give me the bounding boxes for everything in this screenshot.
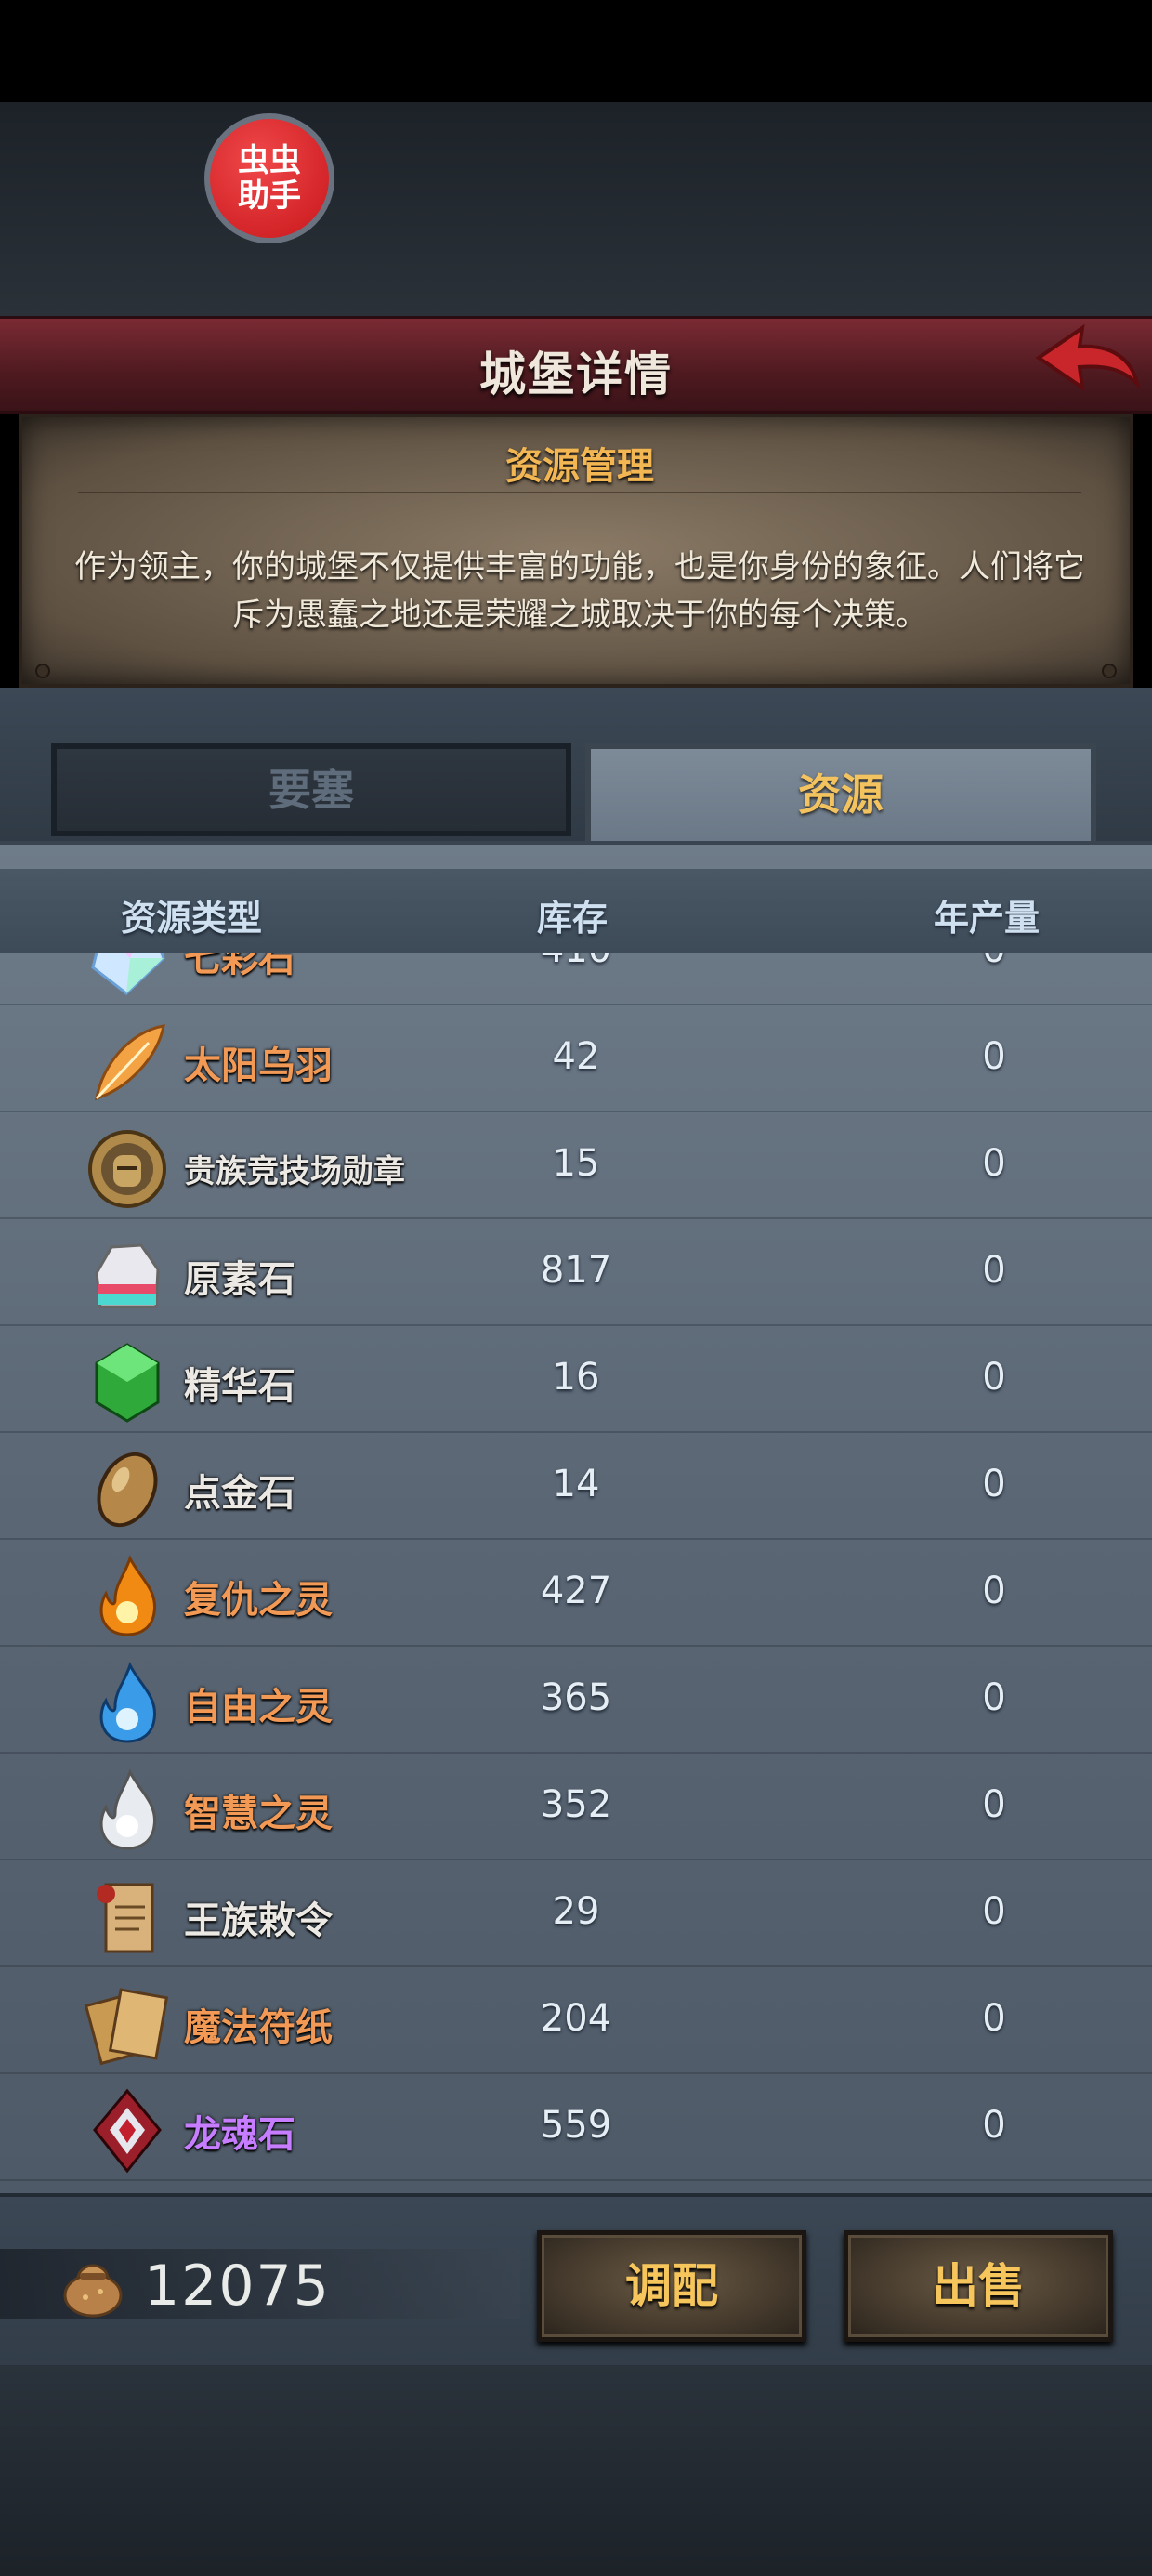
- resource-row[interactable]: 智慧之灵 352 0: [0, 1754, 1152, 1860]
- magic-paper-icon: [84, 1988, 169, 2066]
- resource-stock: 410: [483, 953, 669, 971]
- wisdom-spirit-icon: [99, 1768, 156, 1850]
- resource-name: 复仇之灵: [184, 1579, 333, 1622]
- resource-stock: 29: [552, 1890, 600, 1933]
- resource-name: 自由之灵: [184, 1686, 333, 1728]
- resource-row[interactable]: 七彩石 410 0: [0, 953, 1152, 1005]
- gold-bag-icon: [63, 2264, 123, 2318]
- resource-annual-yield: 0: [982, 1783, 1006, 1826]
- back-arrow-icon[interactable]: [1031, 321, 1143, 404]
- resource-row[interactable]: 太阳乌羽 42 0: [0, 1005, 1152, 1112]
- tab-fortress[interactable]: 要塞: [51, 743, 571, 836]
- resource-stock: 15: [552, 1142, 600, 1185]
- resource-annual-yield: 0: [982, 2104, 1006, 2147]
- gold-stone-icon: [97, 1452, 158, 1528]
- resource-row[interactable]: 贵族竞技场勋章 15 0: [0, 1112, 1152, 1219]
- header-resource-type: 资源类型: [121, 898, 263, 939]
- title-bar: 城堡详情: [0, 316, 1152, 414]
- resource-annual-yield: 0: [982, 1570, 1006, 1612]
- resource-stock: 16: [552, 1356, 600, 1399]
- info-parchment: 资源管理 作为领主，你的城堡不仅提供丰富的功能，也是你身份的象征。人们将它斥为愚…: [19, 414, 1133, 688]
- page-title: 城堡详情: [479, 348, 673, 401]
- resource-stock: 817: [540, 1249, 612, 1292]
- allocate-button[interactable]: 调配: [537, 2230, 806, 2342]
- freedom-spirit-icon: [99, 1662, 156, 1743]
- resource-annual-yield: 0: [982, 1676, 1006, 1719]
- resource-row[interactable]: 王族敕令 29 0: [0, 1860, 1152, 1967]
- header-stock: 库存: [537, 898, 609, 939]
- divider: [78, 492, 1081, 493]
- arena-medal-icon: [88, 1130, 166, 1208]
- resource-name: 王族敕令: [184, 1899, 333, 1942]
- resource-name: 贵族竞技场勋章: [184, 1153, 405, 1190]
- resource-annual-yield: 0: [982, 1142, 1006, 1185]
- rivet: [1102, 664, 1117, 678]
- header-annual-yield: 年产量: [934, 898, 1041, 939]
- element-stone-icon: [95, 1243, 160, 1308]
- resource-row[interactable]: 点金石 14 0: [0, 1433, 1152, 1540]
- sell-button[interactable]: 出售: [844, 2230, 1113, 2342]
- essence-stone-icon: [95, 1343, 160, 1423]
- resource-annual-yield: 0: [982, 1356, 1006, 1399]
- resource-row[interactable]: 原素石 817 0: [0, 1219, 1152, 1326]
- resource-name: 七彩石: [184, 953, 295, 980]
- resource-stock: 14: [552, 1463, 600, 1505]
- game-screen: 虫虫 助手 城堡详情 资源管理 作为领主，你的城堡不仅提供丰富的功能，也是你身份…: [0, 0, 1152, 2576]
- resource-name: 精华石: [184, 1365, 295, 1408]
- resource-annual-yield: 0: [982, 1890, 1006, 1933]
- rainbow-crystal-icon: [91, 953, 165, 995]
- resource-name: 太阳乌羽: [184, 1045, 333, 1087]
- table-header: 资源类型 库存 年产量: [0, 869, 1152, 953]
- resource-row[interactable]: 自由之灵 365 0: [0, 1647, 1152, 1754]
- resource-row[interactable]: 复仇之灵 427 0: [0, 1540, 1152, 1647]
- resource-stock: 204: [540, 1997, 612, 2040]
- resource-name: 龙魂石: [184, 2113, 295, 2156]
- resource-row[interactable]: 龙魂石 559 0: [0, 2074, 1152, 2181]
- resource-annual-yield: 0: [982, 1035, 1006, 1078]
- resource-annual-yield: 0: [982, 1997, 1006, 2040]
- bottom-area: [0, 2365, 1152, 2576]
- info-heading: 资源管理: [505, 445, 654, 488]
- tab-resources[interactable]: 资源: [585, 743, 1096, 846]
- top-area: [0, 102, 1152, 316]
- gold-amount: 12075: [144, 2254, 331, 2319]
- resource-annual-yield: 0: [982, 1249, 1006, 1292]
- resource-name: 原素石: [184, 1258, 295, 1301]
- resource-stock: 427: [540, 1570, 612, 1612]
- info-description: 作为领主，你的城堡不仅提供丰富的功能，也是你身份的象征。人们将它斥为愚蠢之地还是…: [74, 548, 1085, 634]
- vengeance-spirit-icon: [99, 1555, 156, 1636]
- resource-annual-yield: 0: [901, 953, 1087, 971]
- resource-name: 智慧之灵: [184, 1793, 333, 1835]
- resource-stock: 559: [540, 2104, 612, 2147]
- resource-annual-yield: 0: [982, 1463, 1006, 1505]
- royal-decree-icon: [97, 1883, 154, 1953]
- resource-stock: 365: [540, 1676, 612, 1719]
- helper-badge[interactable]: 虫虫 助手: [204, 113, 334, 243]
- rivet: [35, 664, 50, 678]
- dragon-soul-stone-icon: [93, 2088, 162, 2174]
- resource-row[interactable]: 魔法符纸 204 0: [0, 1967, 1152, 2074]
- resource-name: 点金石: [184, 1472, 295, 1515]
- resource-name: 魔法符纸: [184, 2006, 333, 2049]
- resource-stock: 42: [552, 1035, 600, 1078]
- resource-row[interactable]: 精华石 16 0: [0, 1326, 1152, 1433]
- sun-feather-icon: [95, 1024, 165, 1101]
- resource-stock: 352: [540, 1783, 612, 1826]
- resource-list[interactable]: 七彩石4100太阳乌羽420贵族竞技场勋章150原素石8170精华石160点金石…: [0, 953, 1152, 2188]
